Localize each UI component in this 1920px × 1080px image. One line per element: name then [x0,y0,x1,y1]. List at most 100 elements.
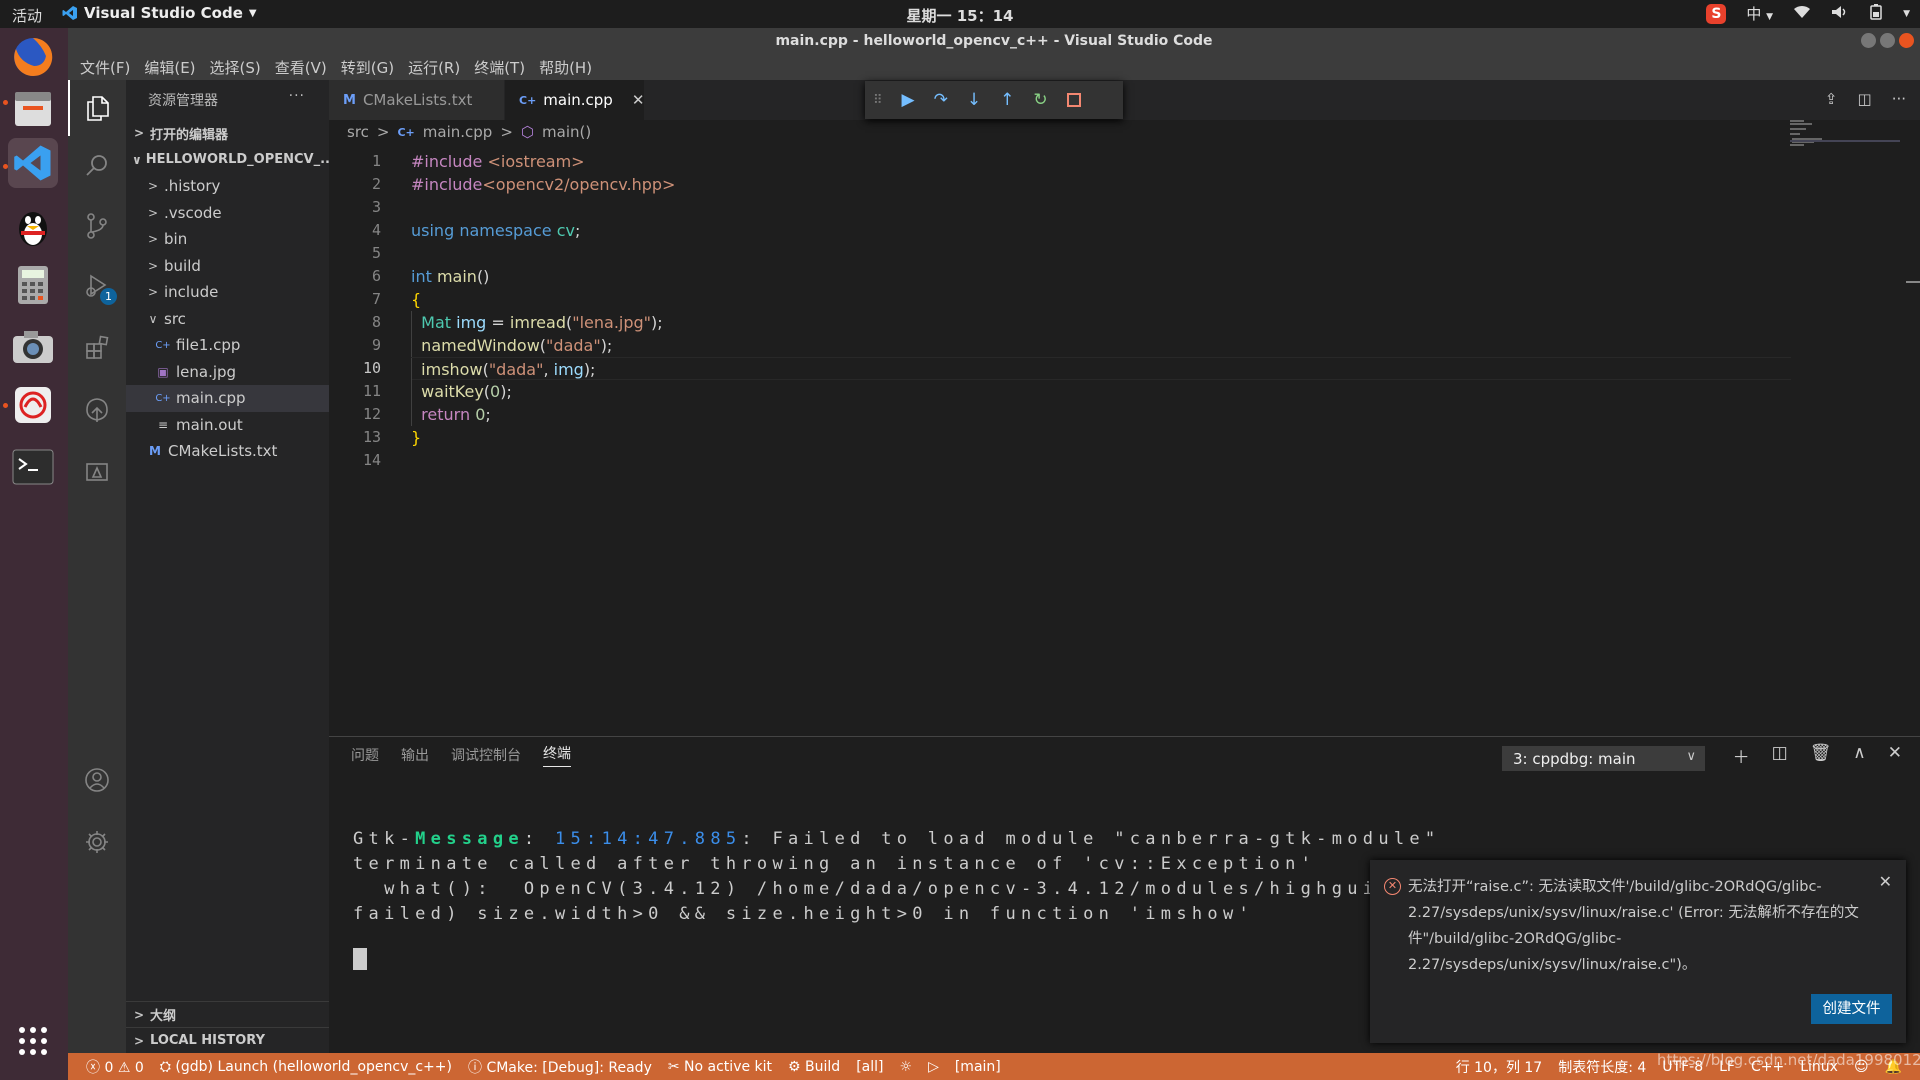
code-token: () [476,267,490,286]
camera-icon[interactable] [8,322,58,372]
build-target[interactable]: [all] [848,1059,891,1075]
close-panel-icon[interactable]: ✕ [1888,743,1902,768]
tree-folder[interactable]: > bin [126,226,329,253]
search-icon[interactable] [68,138,126,194]
activities-button[interactable]: 活动 [12,5,42,26]
tree-folder[interactable]: > .history [126,173,329,200]
step-over-icon[interactable]: ↷ [934,90,948,110]
launch-target[interactable]: [main] [947,1059,1009,1075]
tree-file[interactable]: M CMakeLists.txt [126,438,329,465]
restart-icon[interactable]: ↻ [1033,90,1047,110]
menu-view[interactable]: 查看(V) [268,57,334,78]
local-history-section[interactable]: > LOCAL HISTORY [126,1027,329,1054]
tab-cmakelists[interactable]: M CMakeLists.txt [329,80,505,120]
remote-explorer-icon[interactable] [68,382,126,438]
warning-icon: ⚠ [117,1059,131,1076]
explorer-icon[interactable] [68,80,126,136]
run-debug-icon[interactable]: 1 [68,258,126,314]
cmake-kit[interactable]: ✂ No active kit [660,1059,780,1075]
menu-terminal[interactable]: 终端(T) [467,57,532,78]
tab-problems[interactable]: 问题 [351,745,379,765]
menu-selection[interactable]: 选择(S) [203,57,268,78]
menu-edit[interactable]: 编辑(E) [137,57,202,78]
new-terminal-icon[interactable]: ＋ [1733,743,1750,768]
outline-section[interactable]: > 大纲 [126,1001,329,1028]
stop-icon[interactable] [1066,93,1081,107]
tree-folder[interactable]: > .vscode [126,200,329,227]
split-editor-icon[interactable]: ◫ [1858,90,1872,108]
code-editor[interactable]: src > C+ main.cpp > ⬡ main() 1 2 3 4 5 6 7 8 9 10… [329,120,1920,736]
breadcrumb-folder[interactable]: src [347,123,369,141]
volume-icon[interactable] [1831,5,1849,23]
tree-folder[interactable]: ∨ src [126,306,329,333]
terminal-select[interactable]: 3: cppdbg: main ∨ [1502,746,1705,771]
files-icon[interactable] [8,84,58,134]
drag-handle-icon[interactable]: ⠿ [873,93,883,108]
tree-folder[interactable]: > build [126,253,329,280]
sogou-icon[interactable]: S [1706,3,1727,24]
menu-go[interactable]: 转到(G) [334,57,401,78]
open-editors-section[interactable]: > 打开的编辑器 [126,120,329,147]
minimize-button[interactable] [1861,33,1876,48]
tree-file[interactable]: ≡ main.out [126,412,329,439]
editor-area: M CMakeLists.txt C+ main.cpp ✕ ⠿ ▶ ↷ ↓ ↑… [329,80,1920,736]
tree-folder[interactable]: > include [126,279,329,306]
code-lines[interactable]: #include <iostream> #include<opencv2/open… [411,150,1791,472]
system-tray[interactable]: S 中 ▼ ▼ [1706,3,1910,24]
trash-icon[interactable]: 🗑 [1810,743,1832,768]
split-terminal-icon[interactable]: ◫ [1772,743,1788,768]
close-window-button[interactable] [1899,33,1914,48]
cmake-status[interactable]: ⓘ CMake: [Debug]: Ready [460,1057,660,1077]
tab-size[interactable]: 制表符长度: 4 [1550,1057,1654,1077]
maximize-button[interactable] [1880,33,1895,48]
wifi-icon[interactable] [1793,5,1811,23]
breadcrumb-file[interactable]: main.cpp [423,123,493,141]
debug-launch-config[interactable]: ⛭ (gdb) Launch (helloworld_opencv_c++) [152,1059,460,1075]
debug-bug-icon[interactable]: ☼ [892,1059,921,1075]
terminal-dock-icon[interactable] [8,442,58,492]
tab-terminal[interactable]: 终端 [543,743,571,767]
menu-run[interactable]: 运行(R) [401,57,467,78]
show-applications-icon[interactable] [8,1016,58,1066]
gear-icon[interactable] [68,814,126,870]
step-out-icon[interactable]: ↑ [1000,90,1014,110]
step-into-icon[interactable]: ↓ [967,90,981,110]
build-button[interactable]: ⚙ Build [780,1059,848,1075]
source-control-icon[interactable] [68,198,126,254]
tab-debug-console[interactable]: 调试控制台 [451,745,521,765]
breadcrumb-symbol[interactable]: main() [542,123,591,141]
menu-help[interactable]: 帮助(H) [532,57,599,78]
create-file-button[interactable]: 创建文件 [1811,994,1892,1024]
tab-main-cpp[interactable]: C+ main.cpp ✕ [505,80,645,120]
more-actions-icon[interactable]: ··· [1892,90,1906,108]
close-tab-icon[interactable]: ✕ [632,91,645,109]
tree-file[interactable]: ▣ lena.jpg [126,359,329,386]
tree-file[interactable]: C+ file1.cpp [126,332,329,359]
run-play-icon[interactable]: ▷ [920,1059,947,1075]
minimap[interactable] [1790,120,1900,150]
vscode-dock-icon[interactable] [8,138,58,188]
docviewer-icon[interactable] [8,380,58,430]
ime-indicator[interactable]: 中 ▼ [1746,3,1773,24]
extensions-icon[interactable] [68,320,126,376]
cursor-position[interactable]: 行 10，列 17 [1448,1057,1551,1077]
menu-file[interactable]: 文件(F) [73,57,137,78]
close-notification-icon[interactable]: ✕ [1879,872,1892,891]
more-actions-icon[interactable]: ··· [289,88,305,104]
open-changes-icon[interactable]: ⇪ [1825,90,1838,108]
tab-output[interactable]: 输出 [401,745,429,765]
tree-file[interactable]: C+ main.cpp [126,385,329,412]
calculator-icon[interactable] [8,260,58,310]
firefox-icon[interactable] [8,32,58,82]
qq-penguin-icon[interactable] [8,202,58,252]
maximize-panel-icon[interactable]: ∧ [1853,743,1865,768]
problems-indicator[interactable]: ⓧ 0 ⚠ 0 [68,1057,152,1077]
cmake-icon[interactable] [68,444,126,500]
workspace-section[interactable]: ∨ HELLOWORLD_OPENCV_... [126,147,335,174]
power-menu-icon[interactable]: ▼ [1903,9,1910,19]
continue-icon[interactable]: ▶ [902,90,915,110]
app-menu[interactable]: Visual Studio Code ▼ [62,4,257,22]
accounts-icon[interactable] [68,752,126,808]
battery-icon[interactable] [1869,3,1883,24]
